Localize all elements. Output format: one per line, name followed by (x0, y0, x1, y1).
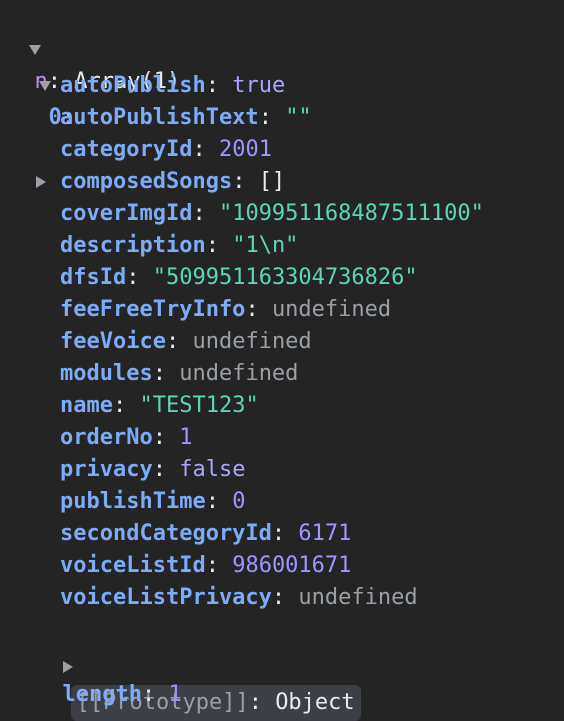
property-key: name (60, 393, 113, 418)
property-row[interactable]: name: "TEST123" (36, 390, 259, 422)
property-row[interactable]: autoPublishText: "" (36, 102, 312, 134)
property-key: voiceListId (60, 553, 206, 578)
expand-right-icon[interactable] (36, 176, 46, 188)
property-value: 1 (179, 425, 193, 450)
property-row[interactable]: voiceListPrivacy: undefined (36, 582, 418, 614)
property-row[interactable]: feeFreeTryInfo: undefined (36, 294, 391, 326)
property-key: categoryId (60, 137, 193, 162)
property-key: privacy (60, 457, 153, 482)
property-value: [] (258, 169, 286, 194)
property-key: autoPublish (60, 73, 206, 98)
property-row[interactable]: privacy: false (36, 454, 245, 486)
property-value: "" (285, 105, 312, 130)
property-key: description (60, 233, 206, 258)
property-value: "509951163304736826" (152, 265, 418, 290)
property-value: "1\n" (232, 233, 299, 258)
property-row[interactable]: dfsId: "509951163304736826" (36, 262, 418, 294)
property-row[interactable]: publishTime: 0 (36, 486, 245, 518)
property-key: modules (60, 361, 153, 386)
root-row[interactable]: n: Array(1) (2, 2, 180, 94)
property-row[interactable]: coverImgId: "109951168487511100" (36, 198, 484, 230)
length-row[interactable]: length: 1 (36, 647, 182, 707)
property-key: composedSongs (60, 169, 233, 194)
property-row[interactable]: secondCategoryId: 6171 (36, 518, 351, 550)
property-value: true (232, 73, 286, 98)
property-value: 6171 (298, 521, 352, 546)
property-key: secondCategoryId (60, 521, 272, 546)
property-row[interactable]: voiceListId: 986001671 (36, 550, 351, 582)
property-key: dfsId (60, 265, 127, 290)
property-value: 986001671 (232, 553, 352, 578)
property-key: coverImgId (60, 201, 193, 226)
property-key: feeVoice (60, 329, 166, 354)
prototype-row[interactable]: [[Prototype]]: Object (36, 613, 361, 721)
property-key: publishTime (60, 489, 206, 514)
property-value: "TEST123" (139, 393, 259, 418)
property-row[interactable]: categoryId: 2001 (36, 134, 272, 166)
property-value: undefined (179, 361, 299, 386)
property-value: 2001 (218, 137, 272, 162)
item-row[interactable]: 0: (12, 38, 75, 130)
property-value: undefined (192, 329, 312, 354)
property-value: undefined (271, 297, 392, 322)
property-value: "109951168487511100" (218, 201, 484, 226)
property-key: feeFreeTryInfo (60, 297, 246, 322)
prototype-value: Object (275, 690, 355, 715)
property-key: autoPublishText (60, 105, 259, 130)
property-row[interactable]: autoPublish: true (36, 70, 285, 102)
property-value: 0 (232, 489, 246, 514)
property-row[interactable]: modules: undefined (36, 358, 298, 390)
property-row[interactable]: feeVoice: undefined (36, 326, 312, 358)
property-row[interactable]: composedSongs: [] (36, 166, 285, 198)
property-row[interactable]: orderNo: 1 (36, 422, 192, 454)
property-key: voiceListPrivacy (60, 585, 272, 610)
property-key: orderNo (60, 425, 153, 450)
property-value: false (179, 457, 246, 482)
property-value: undefined (298, 585, 418, 610)
property-row[interactable]: description: "1\n" (36, 230, 298, 262)
